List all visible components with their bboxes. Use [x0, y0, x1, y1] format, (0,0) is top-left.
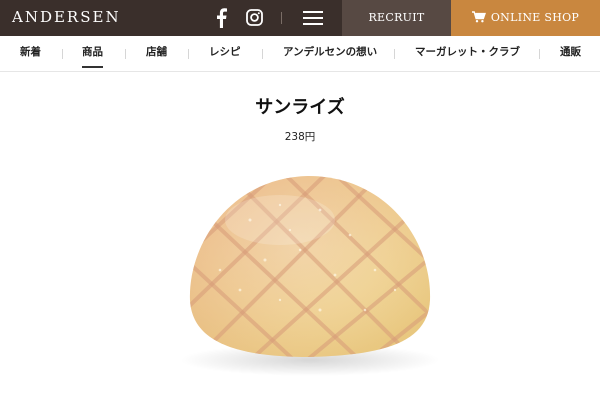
facebook-icon[interactable]: [214, 8, 228, 28]
hamburger-menu-icon[interactable]: [303, 10, 323, 26]
nav-divider: [125, 49, 126, 59]
nav-divider: [188, 49, 189, 59]
nav-item-mail-order[interactable]: 通販: [560, 36, 581, 71]
product-title: サンライズ: [255, 97, 345, 118]
product-price: 238円: [284, 131, 316, 143]
online-shop-label: ONLINE SHOP: [490, 11, 580, 24]
header-divider: [281, 12, 282, 24]
online-shop-button[interactable]: ONLINE SHOP: [451, 0, 600, 36]
nav-item-products[interactable]: 商品: [82, 36, 103, 71]
cart-icon: [471, 10, 486, 22]
melon-bread-image: [180, 176, 440, 376]
nav-divider: [394, 49, 395, 59]
top-bar: ANDERSEN RECRUIT ONLINE SHOP: [0, 0, 600, 36]
nav-divider: [62, 49, 63, 59]
recruit-button[interactable]: RECRUIT: [342, 0, 451, 36]
instagram-icon[interactable]: [246, 9, 263, 26]
product-image: [150, 150, 470, 390]
nav-item-stores[interactable]: 店舗: [146, 36, 167, 71]
nav-item-recipes[interactable]: レシピ: [209, 36, 241, 71]
nav-item-philosophy[interactable]: アンデルセンの想い: [283, 36, 377, 71]
nav-item-new[interactable]: 新着: [20, 36, 41, 71]
nav-divider: [262, 49, 263, 59]
nav-divider: [539, 49, 540, 59]
main-nav: 新着 商品 店舗 レシピ アンデルセンの想い マーガレット・クラブ 通販: [0, 36, 600, 72]
brand-logo[interactable]: ANDERSEN: [12, 0, 121, 36]
nav-item-margaret-club[interactable]: マーガレット・クラブ: [415, 36, 520, 71]
